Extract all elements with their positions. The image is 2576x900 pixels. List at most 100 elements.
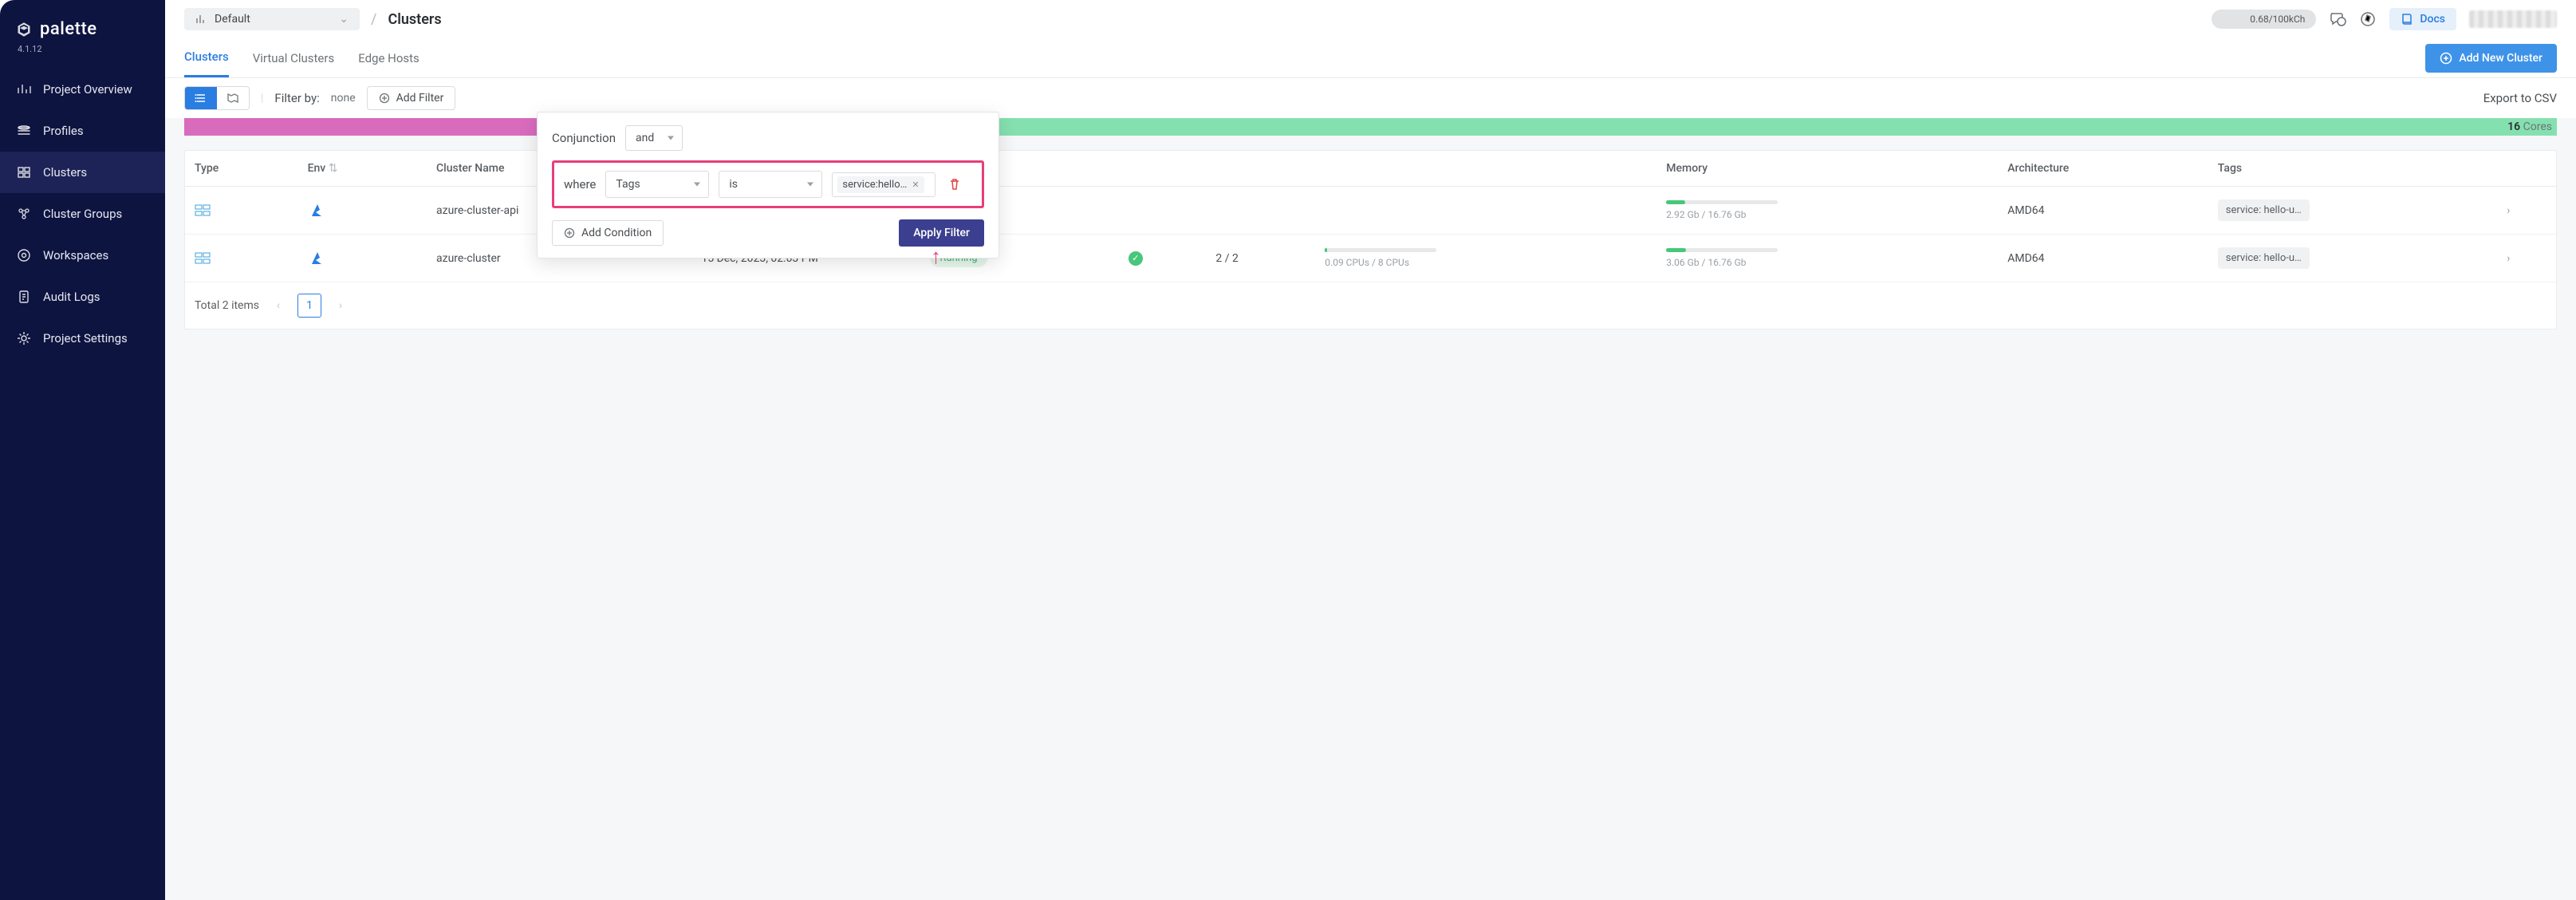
filter-popover: Conjunction and where Tags is service:he… [537,112,999,259]
cores-label: 16 Cores [2507,120,2552,133]
nodes-value: 2 / 2 [1206,235,1315,282]
project-selector[interactable]: Default ⌄ [184,8,360,30]
plus-circle-icon [564,227,575,239]
filter-value-input[interactable]: service:hello… ✕ [832,172,935,197]
tab-edge-hosts[interactable]: Edge Hosts [358,40,419,77]
book-icon [2401,13,2413,26]
sidebar-item-label: Cluster Groups [43,207,122,221]
bar-chart-icon [195,14,207,25]
user-menu[interactable] [2469,10,2557,28]
topbar: Default ⌄ / Clusters 0.68/100kCh Docs [165,0,2576,38]
remove-tag-icon[interactable]: ✕ [912,180,919,190]
sort-icon: ⇅ [329,162,338,175]
map-view-button[interactable] [217,87,249,109]
filter-value-chip: service:hello… ✕ [837,176,924,193]
chart-icon [16,81,32,97]
view-toggle [184,86,250,110]
page-prev[interactable]: ‹ [269,299,288,312]
memory-text: 2.92 Gb / 16.76 Gb [1666,209,1988,220]
brand-name: palette [40,19,97,39]
toolbar: | Filter by: none Add Filter Export to C… [165,78,2576,118]
col-type[interactable]: Type [185,151,298,187]
main-area: Default ⌄ / Clusters 0.68/100kCh Docs Cl… [165,0,2576,900]
col-memory[interactable]: Memory [1656,151,1998,187]
health-ok-icon: ✓ [1128,251,1143,266]
plus-circle-icon [2440,52,2452,65]
row-expand-icon[interactable]: › [2507,204,2510,217]
memory-bar [1666,200,1778,204]
filter-operator-select[interactable]: is [719,171,822,198]
tag-chip: service: hello-u… [2218,247,2310,269]
gear-icon [16,330,32,346]
chat-icon[interactable] [2329,10,2346,28]
conjunction-select[interactable]: and [625,125,683,151]
cluster-type-icon [195,252,289,265]
add-filter-label: Add Filter [396,92,444,105]
filter-by-label: Filter by: [274,91,319,105]
project-selector-value: Default [215,13,250,26]
sidebar-item-label: Project Settings [43,331,128,345]
docs-label: Docs [2420,13,2445,26]
breadcrumb-current: Clusters [388,11,441,28]
docs-button[interactable]: Docs [2389,8,2456,30]
brand-logo: palette [0,13,165,42]
audit-icon [16,289,32,305]
col-architecture[interactable]: Architecture [1998,151,2208,187]
add-condition-button[interactable]: Add Condition [552,220,664,246]
where-label: where [564,177,596,191]
col-env[interactable]: Env ⇅ [298,151,427,187]
sidebar-item-clusters[interactable]: Clusters [0,152,165,193]
cluster-type-icon [195,204,289,217]
conjunction-label: Conjunction [552,131,616,145]
memory-bar [1666,248,1778,252]
sidebar-item-label: Profiles [43,124,84,138]
pagination: Total 2 items ‹ 1 › [185,282,2556,329]
sidebar-item-profiles[interactable]: Profiles [0,110,165,152]
sidebar-nav: Project Overview Profiles Clusters Clust… [0,69,165,359]
page-next[interactable]: › [331,299,350,312]
sidebar-item-audit-logs[interactable]: Audit Logs [0,276,165,318]
sidebar-item-label: Project Overview [43,82,132,97]
sidebar-item-workspaces[interactable]: Workspaces [0,235,165,276]
cpu-text: 0.09 CPUs / 8 CPUs [1325,257,1647,268]
chevron-down-icon: ⌄ [339,13,349,26]
sidebar-item-project-settings[interactable]: Project Settings [0,318,165,359]
compass-icon[interactable] [2359,10,2377,28]
list-view-button[interactable] [185,87,217,109]
row-expand-icon[interactable]: › [2507,252,2510,265]
total-items-label: Total 2 items [195,299,259,312]
azure-icon [308,202,417,219]
layers-icon [16,123,32,139]
col-tags[interactable]: Tags [2208,151,2497,187]
add-new-cluster-button[interactable]: Add New Cluster [2425,44,2557,73]
filter-field-select[interactable]: Tags [605,171,709,198]
sidebar-item-label: Workspaces [43,248,108,262]
tab-virtual-clusters[interactable]: Virtual Clusters [253,40,334,77]
apply-filter-button[interactable]: Apply Filter [899,219,984,247]
annotation-arrow-icon [931,244,941,269]
sidebar-item-project-overview[interactable]: Project Overview [0,69,165,110]
workspaces-icon [16,247,32,263]
delete-condition-icon[interactable] [948,178,961,191]
sidebar-item-cluster-groups[interactable]: Cluster Groups [0,193,165,235]
sidebar-item-label: Audit Logs [43,290,100,304]
filter-condition-row: where Tags is service:hello… ✕ [552,160,984,208]
azure-icon [308,250,417,267]
breadcrumb-separator: / [371,11,376,28]
page-number[interactable]: 1 [297,294,321,318]
add-cluster-label: Add New Cluster [2459,52,2543,65]
arch-value: AMD64 [1998,187,2208,235]
sidebar-item-label: Clusters [43,165,87,180]
add-filter-button[interactable]: Add Filter [367,86,456,110]
palette-logo-icon [16,22,32,38]
plus-circle-icon [379,93,390,104]
usage-pill: 0.68/100kCh [2212,10,2316,29]
clusters-icon [16,164,32,180]
tab-clusters[interactable]: Clusters [184,38,229,77]
resource-segment-free [802,118,2558,136]
sidebar: palette 4.1.12 Project Overview Profiles… [0,0,165,900]
export-csv-link[interactable]: Export to CSV [2483,91,2557,105]
cpu-bar [1325,248,1436,252]
memory-text: 3.06 Gb / 16.76 Gb [1666,257,1988,268]
tabs-row: Clusters Virtual Clusters Edge Hosts Add… [165,38,2576,78]
